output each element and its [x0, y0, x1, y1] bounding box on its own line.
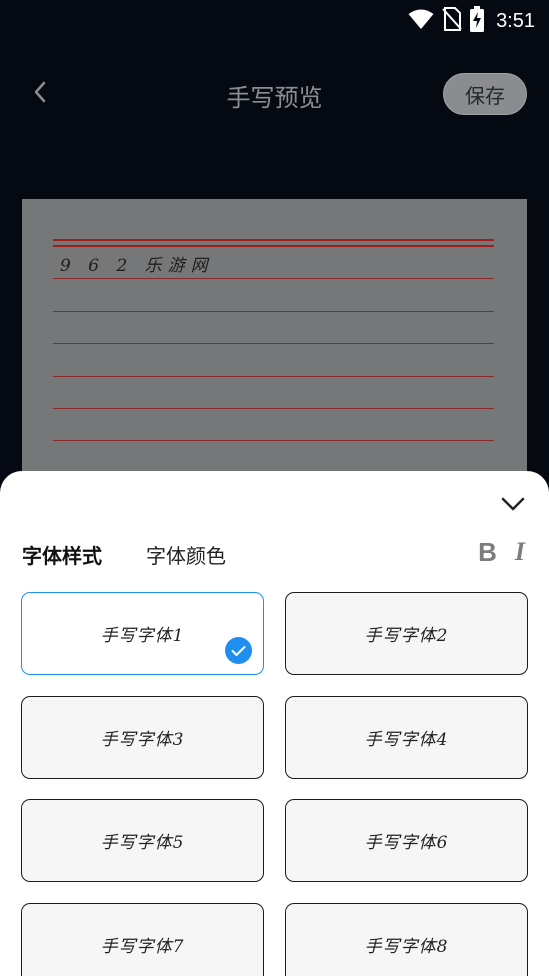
app-bar: 手写预览 保存 [0, 62, 549, 126]
font-card-5[interactable]: 手写字体5 [21, 799, 264, 882]
paper-line [53, 376, 494, 377]
paper-line [53, 440, 494, 441]
bold-toggle-button[interactable]: B [478, 537, 497, 568]
font-card-label: 手写字体7 [100, 937, 185, 957]
chevron-down-icon [500, 496, 526, 516]
font-card-label: 手写字体1 [100, 626, 185, 646]
font-tabs: 字体样式 字体颜色 [22, 540, 226, 569]
paper-line [53, 239, 494, 241]
check-icon [225, 637, 252, 664]
font-card-label: 手写字体5 [100, 833, 185, 853]
collapse-sheet-button[interactable] [497, 491, 529, 521]
wifi-icon [408, 8, 434, 34]
tab-font-color[interactable]: 字体颜色 [146, 540, 226, 569]
screen: 3:51 手写预览 保存 9 6 2 乐游网 字体样式 字体颜色 B I 手写字… [0, 0, 549, 976]
style-toggles: B I [478, 537, 525, 568]
font-card-label: 手写字体4 [364, 730, 449, 750]
tab-font-style[interactable]: 字体样式 [22, 540, 102, 569]
save-button[interactable]: 保存 [443, 73, 527, 115]
font-card-1[interactable]: 手写字体1 [21, 592, 264, 675]
paper-line [53, 311, 494, 312]
paper-line [53, 408, 494, 409]
paper-line [53, 278, 494, 279]
font-card-2[interactable]: 手写字体2 [285, 592, 528, 675]
status-time: 3:51 [496, 9, 535, 32]
font-card-label: 手写字体8 [364, 937, 449, 957]
font-card-7[interactable]: 手写字体7 [21, 903, 264, 976]
no-sim-icon [442, 7, 462, 35]
paper-line [53, 343, 494, 344]
battery-charging-icon [470, 6, 485, 36]
status-bar: 3:51 [0, 0, 549, 38]
status-icons: 3:51 [408, 6, 535, 36]
font-card-label: 手写字体6 [364, 833, 449, 853]
paper-line [53, 245, 494, 247]
font-card-4[interactable]: 手写字体4 [285, 696, 528, 779]
font-card-label: 手写字体2 [364, 626, 449, 646]
italic-toggle-button[interactable]: I [515, 537, 525, 568]
font-card-label: 手写字体3 [100, 730, 185, 750]
font-card-6[interactable]: 手写字体6 [285, 799, 528, 882]
preview-text: 9 6 2 乐游网 [60, 256, 214, 276]
font-card-8[interactable]: 手写字体8 [285, 903, 528, 976]
font-card-3[interactable]: 手写字体3 [21, 696, 264, 779]
font-options-sheet: 字体样式 字体颜色 B I 手写字体1 手写字体2 手写字体3 手写字体4 手写… [0, 471, 549, 976]
